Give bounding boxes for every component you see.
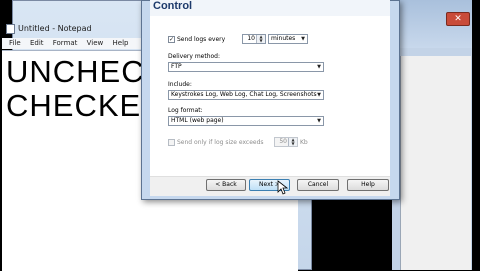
delivery-method-label: Delivery method: [168,53,221,60]
back-button[interactable]: < Back [206,179,246,191]
mouse-cursor-icon [277,180,289,195]
menu-edit[interactable]: Edit [30,38,44,49]
include-select[interactable]: Keystrokes Log, Web Log, Chat Log, Scree… [168,90,324,100]
background-window-client [400,56,471,270]
notepad-title: Untitled - Notepad [18,24,92,33]
interval-unit-value: minutes [271,35,296,42]
menu-format[interactable]: Format [53,38,78,49]
log-format-select[interactable]: HTML (web page) ▼ [168,116,324,126]
notepad-icon [6,24,15,34]
dialog-heading: Control [153,0,193,12]
chevron-down-icon: ▼ [317,118,321,124]
menu-view[interactable]: View [87,38,104,49]
size-limit-checkbox[interactable] [168,139,175,146]
send-logs-checkbox[interactable]: ✓ [168,36,175,43]
send-logs-interval-value: 10 [247,35,255,42]
menu-help[interactable]: Help [113,38,129,49]
size-limit-value: 50 [279,138,287,145]
size-limit-unit: Kb [300,139,308,146]
size-limit-spinner[interactable]: 50 ▲ ▼ [274,137,298,147]
chevron-down-icon: ▼ [317,64,321,70]
send-logs-label: Send logs every [177,36,226,43]
notepad-line-2: CHECKE [6,88,142,123]
notepad-line-1: UNCHEC [6,54,145,89]
menu-file[interactable]: File [9,38,21,49]
spinner-arrows-icon[interactable]: ▲ ▼ [288,138,297,146]
interval-unit-select[interactable]: minutes ▼ [268,34,308,44]
help-button[interactable]: Help [347,179,389,191]
send-logs-interval-spinner[interactable]: 10 ▲ ▼ [242,34,266,44]
delivery-method-select[interactable]: FTP ▼ [168,62,324,72]
delivery-method-value: FTP [171,63,182,70]
chevron-down-icon: ▼ [317,92,321,98]
log-format-label: Log format: [168,107,203,114]
spinner-arrows-icon[interactable]: ▲ ▼ [256,35,265,43]
close-icon[interactable]: ✕ [446,12,470,26]
size-limit-label: Send only if log size exceeds [177,139,264,146]
log-format-value: HTML (web page) [171,117,224,124]
include-value: Keystrokes Log, Web Log, Chat Log, Scree… [171,91,317,98]
include-label: Include: [168,81,192,88]
cancel-button[interactable]: Cancel [297,179,339,191]
chevron-down-icon: ▼ [301,36,305,42]
